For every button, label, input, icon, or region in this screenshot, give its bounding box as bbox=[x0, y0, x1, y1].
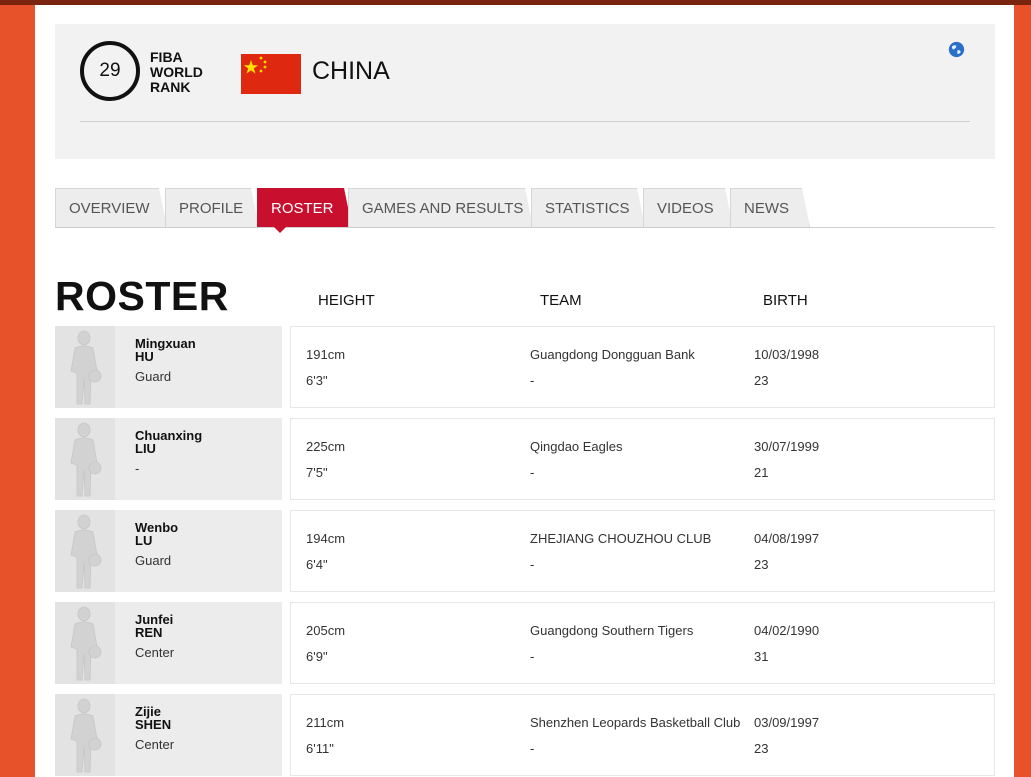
player-position: Center bbox=[135, 737, 175, 752]
column-header-height: HEIGHT bbox=[318, 292, 375, 309]
team-secondary: - bbox=[530, 557, 535, 572]
player-age: 21 bbox=[754, 465, 769, 480]
height-ft: 6'9" bbox=[306, 649, 328, 664]
tab-statistics[interactable]: STATISTICS bbox=[531, 188, 645, 227]
birth-date: 30/07/1999 bbox=[754, 439, 820, 454]
team-name[interactable]: Guangdong Southern Tigers bbox=[530, 623, 693, 638]
player-last-name[interactable]: LU bbox=[135, 533, 152, 548]
player-info: 211cm 6'11" Shenzhen Leopards Basketball… bbox=[290, 694, 995, 776]
team-secondary: - bbox=[530, 741, 535, 756]
player-card[interactable]: Zijie SHEN Center bbox=[55, 694, 282, 776]
player-card[interactable]: Junfei REN Center bbox=[55, 602, 282, 684]
team-secondary: - bbox=[530, 373, 535, 388]
china-flag-icon bbox=[241, 54, 301, 94]
rank-label-line: WORLD bbox=[150, 64, 203, 80]
player-last-name[interactable]: SHEN bbox=[135, 717, 171, 732]
height-ft: 6'11" bbox=[306, 741, 334, 756]
height-cm: 205cm bbox=[306, 623, 346, 638]
player-last-name[interactable]: HU bbox=[135, 349, 154, 364]
column-header-team: TEAM bbox=[540, 292, 582, 309]
tab-roster[interactable]: ROSTER bbox=[257, 188, 352, 227]
player-age: 23 bbox=[754, 557, 769, 572]
player-card[interactable]: Wenbo LU Guard bbox=[55, 510, 282, 592]
birth-date: 04/08/1997 bbox=[754, 531, 820, 546]
player-age: 23 bbox=[754, 373, 769, 388]
height-ft: 6'3" bbox=[306, 373, 328, 388]
player-row[interactable]: Zijie SHEN Center 211cm 6'11" Shenzhen L… bbox=[55, 694, 995, 776]
rank-label-line: FIBA bbox=[150, 49, 183, 65]
height-cm: 191cm bbox=[306, 347, 346, 362]
birth-date: 10/03/1998 bbox=[754, 347, 820, 362]
player-info: 191cm 6'3" Guangdong Dongguan Bank - 10/… bbox=[290, 326, 995, 408]
player-age: 31 bbox=[754, 649, 769, 664]
country-name: CHINA bbox=[312, 57, 390, 85]
globe-icon[interactable] bbox=[948, 41, 965, 58]
player-position: - bbox=[135, 461, 140, 476]
player-last-name[interactable]: REN bbox=[135, 625, 162, 640]
player-row[interactable]: Junfei REN Center 205cm 6'9" Guangdong S… bbox=[55, 602, 995, 684]
player-age: 23 bbox=[754, 741, 769, 756]
team-name[interactable]: Guangdong Dongguan Bank bbox=[530, 347, 695, 362]
team-tabs: OVERVIEW PROFILE ROSTER GAMES AND RESULT… bbox=[55, 188, 995, 228]
player-silhouette-icon bbox=[55, 510, 115, 592]
player-info: 205cm 6'9" Guangdong Southern Tigers - 0… bbox=[290, 602, 995, 684]
player-last-name[interactable]: LIU bbox=[135, 441, 156, 456]
player-card[interactable]: Mingxuan HU Guard bbox=[55, 326, 282, 408]
tab-news[interactable]: NEWS bbox=[730, 188, 810, 227]
world-rank-label: FIBA WORLD RANK bbox=[150, 50, 203, 95]
height-ft: 6'4" bbox=[306, 557, 328, 572]
team-secondary: - bbox=[530, 649, 535, 664]
player-row[interactable]: Wenbo LU Guard 194cm 6'4" ZHEJIANG CHOUZ… bbox=[55, 510, 995, 592]
column-header-birth: BIRTH bbox=[763, 292, 808, 309]
player-silhouette-icon bbox=[55, 602, 115, 684]
height-cm: 194cm bbox=[306, 531, 346, 546]
height-cm: 225cm bbox=[306, 439, 346, 454]
team-name[interactable]: ZHEJIANG CHOUZHOU CLUB bbox=[530, 531, 711, 546]
roster-heading: ROSTER bbox=[55, 273, 229, 319]
world-rank-badge: 29 bbox=[80, 41, 140, 101]
player-card[interactable]: Chuanxing LIU - bbox=[55, 418, 282, 500]
player-info: 225cm 7'5" Qingdao Eagles - 30/07/1999 2… bbox=[290, 418, 995, 500]
team-secondary: - bbox=[530, 465, 535, 480]
player-info: 194cm 6'4" ZHEJIANG CHOUZHOU CLUB - 04/0… bbox=[290, 510, 995, 592]
team-name[interactable]: Qingdao Eagles bbox=[530, 439, 623, 454]
birth-date: 04/02/1990 bbox=[754, 623, 820, 638]
height-ft: 7'5" bbox=[306, 465, 328, 480]
team-header: 29 FIBA WORLD RANK CHINA bbox=[55, 24, 995, 159]
active-tab-indicator bbox=[274, 227, 286, 233]
tab-profile[interactable]: PROFILE bbox=[165, 188, 259, 227]
height-cm: 211cm bbox=[306, 715, 345, 730]
tab-games-and-results[interactable]: GAMES AND RESULTS bbox=[348, 188, 533, 227]
player-silhouette-icon bbox=[55, 418, 115, 500]
page-content: 29 FIBA WORLD RANK CHINA OVERVIEW PROFIL… bbox=[35, 5, 1014, 777]
player-position: Guard bbox=[135, 369, 172, 384]
birth-date: 03/09/1997 bbox=[754, 715, 820, 730]
player-position: Guard bbox=[135, 553, 172, 568]
player-silhouette-icon bbox=[55, 326, 115, 408]
team-name[interactable]: Shenzhen Leopards Basketball Club bbox=[530, 715, 740, 730]
player-silhouette-icon bbox=[55, 694, 115, 776]
rank-label-line: RANK bbox=[150, 79, 191, 95]
tab-videos[interactable]: VIDEOS bbox=[643, 188, 733, 227]
player-position: Center bbox=[135, 645, 175, 660]
player-row[interactable]: Chuanxing LIU - 225cm 7'5" Qingdao Eagle… bbox=[55, 418, 995, 500]
header-divider bbox=[80, 121, 970, 122]
player-row[interactable]: Mingxuan HU Guard 191cm 6'3" Guangdong D… bbox=[55, 326, 995, 408]
tab-overview[interactable]: OVERVIEW bbox=[55, 188, 167, 227]
